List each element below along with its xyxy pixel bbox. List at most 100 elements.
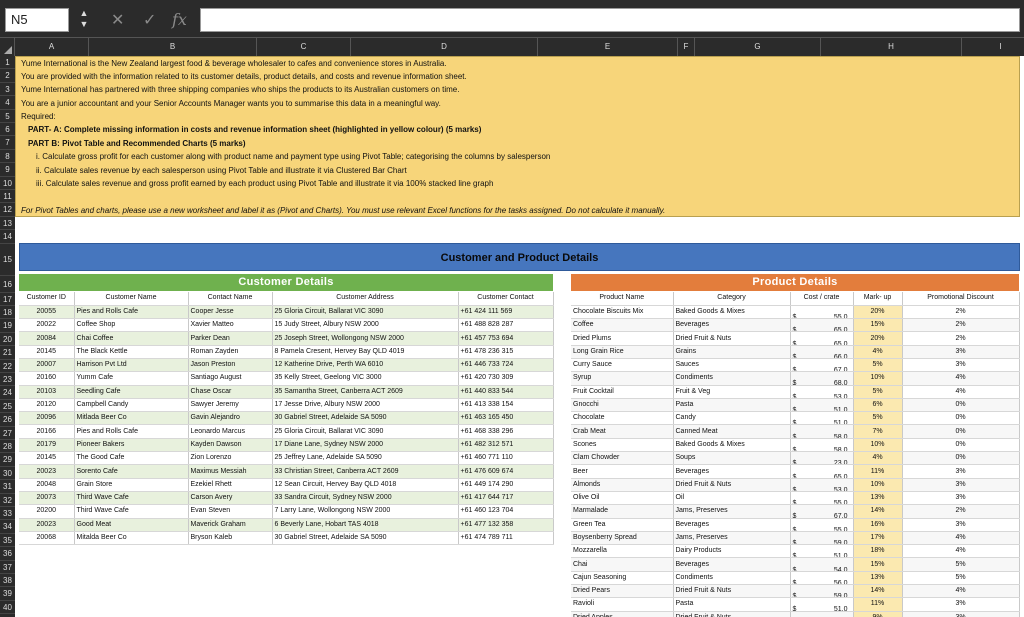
column-header-d[interactable]: D (351, 38, 538, 56)
column-header-a[interactable]: A (15, 38, 89, 56)
row-header[interactable]: 10 (0, 177, 15, 190)
markup-cell[interactable]: 9% (853, 611, 903, 617)
discount-cell[interactable]: 4% (902, 371, 1020, 386)
cost-cell[interactable]: $56.0 (790, 571, 854, 586)
table-cell[interactable]: Ravioli (571, 597, 674, 612)
markup-cell[interactable]: 5% (853, 358, 903, 373)
markup-cell[interactable]: 14% (853, 584, 903, 599)
table-cell[interactable]: +61 478 236 315 (458, 345, 554, 359)
table-cell[interactable]: 8 Pamela Cresent, Hervey Bay QLD 4019 (272, 345, 459, 359)
discount-cell[interactable]: 3% (902, 358, 1020, 373)
table-cell[interactable]: Grain Store (74, 478, 189, 492)
table-cell[interactable]: 20096 (19, 411, 75, 426)
discount-cell[interactable]: 3% (902, 597, 1020, 612)
row-header[interactable]: 33 (0, 507, 15, 521)
table-cell[interactable]: Grains (673, 345, 791, 359)
discount-cell[interactable]: 2% (902, 318, 1020, 333)
cost-cell[interactable]: $67.0 (790, 358, 854, 373)
table-cell[interactable]: Beverages (673, 557, 791, 572)
markup-cell[interactable]: 6% (853, 398, 903, 413)
table-cell[interactable]: Dried Fruit & Nuts (673, 611, 791, 617)
table-cell[interactable]: +61 446 733 724 (458, 358, 554, 373)
table-cell[interactable]: +61 424 111 569 (458, 305, 554, 320)
column-header-c[interactable]: C (257, 38, 351, 56)
table-cell[interactable]: 35 Samantha Street, Canberra ACT 2609 (272, 385, 459, 399)
row-header[interactable]: 39 (0, 587, 15, 601)
table-cell[interactable]: Harrison Pvt Ltd (74, 358, 189, 373)
discount-cell[interactable]: 0% (902, 411, 1020, 426)
table-cell[interactable]: Condiments (673, 371, 791, 386)
row-header[interactable]: 38 (0, 574, 15, 588)
table-cell[interactable]: Third Wave Cafe (74, 504, 189, 519)
table-cell[interactable]: 20145 (19, 345, 75, 359)
row-header[interactable]: 40 (0, 601, 15, 615)
discount-cell[interactable]: 2% (902, 305, 1020, 320)
cost-cell[interactable]: $65.0 (790, 464, 854, 479)
table-cell[interactable]: 20200 (19, 504, 75, 519)
table-cell[interactable]: Pioneer Bakers (74, 438, 189, 453)
table-cell[interactable]: +61 457 753 694 (458, 331, 554, 346)
name-box-stepper-icon[interactable]: ▲ ▼ (74, 8, 94, 32)
table-cell[interactable]: Fruit & Veg (673, 385, 791, 399)
table-cell[interactable]: Maverick Graham (188, 518, 273, 532)
table-cell[interactable]: +61 417 644 717 (458, 491, 554, 506)
row-header[interactable]: 7 (0, 136, 15, 150)
cancel-icon[interactable]: ✕ (111, 10, 124, 30)
table-cell[interactable]: Sorento Cafe (74, 464, 189, 479)
cost-cell[interactable]: $67.0 (790, 504, 854, 519)
row-header[interactable]: 16 (0, 276, 15, 293)
table-cell[interactable]: Pies and Rolls Cafe (74, 424, 189, 439)
cost-cell[interactable]: $54.0 (790, 557, 854, 572)
table-cell[interactable]: Fruit Cocktail (571, 385, 674, 399)
table-cell[interactable]: Chai (571, 557, 674, 572)
row-header[interactable]: 23 (0, 373, 15, 387)
markup-cell[interactable]: 17% (853, 531, 903, 546)
table-cell[interactable]: Candy (673, 411, 791, 426)
row-header[interactable]: 18 (0, 306, 15, 320)
table-cell[interactable]: Sauces (673, 358, 791, 373)
table-cell[interactable]: 20007 (19, 358, 75, 373)
markup-cell[interactable]: 11% (853, 597, 903, 612)
table-cell[interactable]: +61 476 609 674 (458, 464, 554, 479)
column-header-h[interactable]: H (821, 38, 962, 56)
table-cell[interactable]: +61 460 123 704 (458, 504, 554, 519)
markup-cell[interactable]: 16% (853, 518, 903, 532)
table-cell[interactable]: Canned Meat (673, 424, 791, 439)
table-cell[interactable]: 15 Judy Street, Albury NSW 2000 (272, 318, 459, 333)
table-cell[interactable]: +61 488 828 287 (458, 318, 554, 333)
markup-cell[interactable]: 4% (853, 345, 903, 359)
table-cell[interactable]: Cajun Seasoning (571, 571, 674, 586)
row-header[interactable]: 13 (0, 217, 15, 231)
table-cell[interactable]: +61 449 174 290 (458, 478, 554, 492)
table-cell[interactable]: 6 Beverly Lane, Hobart TAS 4018 (272, 518, 459, 532)
table-cell[interactable]: 20073 (19, 491, 75, 506)
table-cell[interactable]: Beverages (673, 464, 791, 479)
cost-cell[interactable]: $59.0 (790, 531, 854, 546)
cost-cell[interactable]: $43.0 (790, 611, 854, 617)
column-header-e[interactable]: E (538, 38, 678, 56)
table-cell[interactable]: Gnocchi (571, 398, 674, 413)
table-cell[interactable]: Scones (571, 438, 674, 453)
discount-cell[interactable]: 0% (902, 438, 1020, 453)
table-cell[interactable]: Cooper Jesse (188, 305, 273, 320)
markup-cell[interactable]: 7% (853, 424, 903, 439)
cost-cell[interactable]: $58.0 (790, 438, 854, 453)
table-cell[interactable]: Boysenberry Spread (571, 531, 674, 546)
row-header[interactable]: 29 (0, 453, 15, 467)
cost-cell[interactable]: $59.0 (790, 584, 854, 599)
table-cell[interactable]: Good Meat (74, 518, 189, 532)
table-cell[interactable]: Bryson Kaleb (188, 531, 273, 546)
table-cell[interactable]: Marmalade (571, 504, 674, 519)
table-cell[interactable]: Oil (673, 491, 791, 506)
table-cell[interactable]: 20023 (19, 464, 75, 479)
discount-cell[interactable]: 3% (902, 345, 1020, 359)
table-cell[interactable]: +61 468 338 296 (458, 424, 554, 439)
table-cell[interactable]: 20179 (19, 438, 75, 453)
row-header[interactable]: 24 (0, 386, 15, 400)
function-icon[interactable]: fx (172, 10, 187, 29)
table-cell[interactable]: Long Grain Rice (571, 345, 674, 359)
table-cell[interactable]: 12 Sean Circuit, Hervey Bay QLD 4018 (272, 478, 459, 492)
discount-cell[interactable]: 0% (902, 451, 1020, 466)
discount-cell[interactable]: 2% (902, 331, 1020, 346)
discount-cell[interactable]: 2% (902, 504, 1020, 519)
